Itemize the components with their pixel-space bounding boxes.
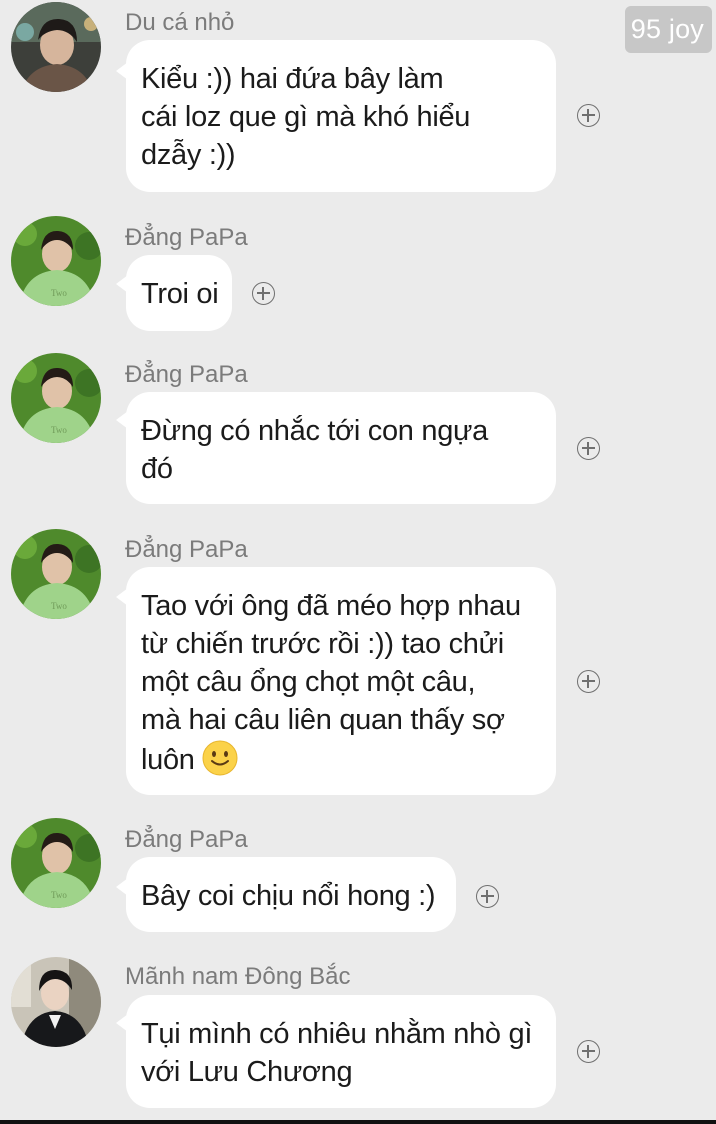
avatar[interactable]: Two xyxy=(11,216,101,306)
add-reaction-icon[interactable] xyxy=(577,437,600,460)
message-line-text: luôn xyxy=(141,744,195,776)
add-reaction-icon[interactable] xyxy=(577,670,600,693)
message-line: Bây coi chịu nổi hong :) xyxy=(141,880,436,912)
green-shirt-boy-avatar-image: Two xyxy=(11,818,101,908)
message-bubble[interactable]: Bây coi chịu nổi hong :) xyxy=(126,857,456,932)
message-bubble[interactable]: Tao với ông đã méo hợp nhau từ chiến trư… xyxy=(126,567,556,795)
dark-haired-boy-avatar-image xyxy=(11,2,101,92)
sender-name: Mãnh nam Đông Bắc xyxy=(125,963,351,990)
add-reaction-icon[interactable] xyxy=(476,885,499,908)
chat-message: Two Đẳng PaPa Đừng có nhắc tới con ngựa … xyxy=(0,345,716,510)
sender-name: Đẳng PaPa xyxy=(125,361,248,388)
add-reaction-icon[interactable] xyxy=(252,282,275,305)
message-line: Kiểu :)) hai đứa bây làm xyxy=(141,63,444,95)
green-shirt-boy-avatar-image: Two xyxy=(11,529,101,619)
chat-message: Two Đẳng PaPa Bây coi chịu nổi hong :) xyxy=(0,815,716,940)
chat-message: Two Đẳng PaPa Troi oi xyxy=(0,205,716,335)
message-line: đó xyxy=(141,453,173,485)
svg-text:Two: Two xyxy=(51,288,67,298)
avatar[interactable] xyxy=(11,2,101,92)
avatar[interactable] xyxy=(11,957,101,1047)
sender-name: Đẳng PaPa xyxy=(125,826,248,853)
slightly-smiling-face-emoji xyxy=(202,740,238,776)
avatar[interactable]: Two xyxy=(11,353,101,443)
svg-text:Two: Two xyxy=(51,601,67,611)
black-suit-boy-avatar-image xyxy=(11,957,101,1047)
message-line: với Lưu Chương xyxy=(141,1056,353,1088)
message-line: luôn xyxy=(141,739,538,779)
bottom-divider xyxy=(0,1120,716,1124)
avatar[interactable]: Two xyxy=(11,529,101,619)
message-line: Tao với ông đã méo hợp nhau xyxy=(141,590,521,622)
message-line: Tụi mình có nhiêu nhằm nhò gì xyxy=(141,1018,533,1050)
message-line: mà hai câu liên quan thấy sợ xyxy=(141,704,505,736)
message-bubble[interactable]: Kiểu :)) hai đứa bây làm cái loz que gì … xyxy=(126,40,556,192)
sender-name: Du cá nhỏ xyxy=(125,9,235,36)
message-line: dzẫy :)) xyxy=(141,139,236,171)
chat-message: Two Đẳng PaPa Tao với ông đã méo hợp nha… xyxy=(0,520,716,805)
add-reaction-icon[interactable] xyxy=(577,104,600,127)
green-shirt-boy-avatar-image: Two xyxy=(11,353,101,443)
add-reaction-icon[interactable] xyxy=(577,1040,600,1063)
message-bubble[interactable]: Đừng có nhắc tới con ngựa đó xyxy=(126,392,556,504)
message-line: Troi oi xyxy=(141,278,219,310)
svg-text:Two: Two xyxy=(51,890,67,900)
chat-message: Du cá nhỏ Kiểu :)) hai đứa bây làm cái l… xyxy=(0,0,716,195)
message-line: Đừng có nhắc tới con ngựa xyxy=(141,415,488,447)
chat-message: Mãnh nam Đông Bắc Tụi mình có nhiêu nhằm… xyxy=(0,950,716,1115)
message-bubble[interactable]: Troi oi xyxy=(126,255,232,331)
message-line: cái loz que gì mà khó hiểu xyxy=(141,101,471,133)
avatar[interactable]: Two xyxy=(11,818,101,908)
svg-text:Two: Two xyxy=(51,425,67,435)
green-shirt-boy-avatar-image: Two xyxy=(11,216,101,306)
message-line: một câu ổng chọt một câu, xyxy=(141,666,476,698)
sender-name: Đẳng PaPa xyxy=(125,224,248,251)
message-line: từ chiến trước rồi :)) tao chửi xyxy=(141,628,504,660)
message-bubble[interactable]: Tụi mình có nhiêu nhằm nhò gì với Lưu Ch… xyxy=(126,995,556,1108)
sender-name: Đẳng PaPa xyxy=(125,536,248,563)
